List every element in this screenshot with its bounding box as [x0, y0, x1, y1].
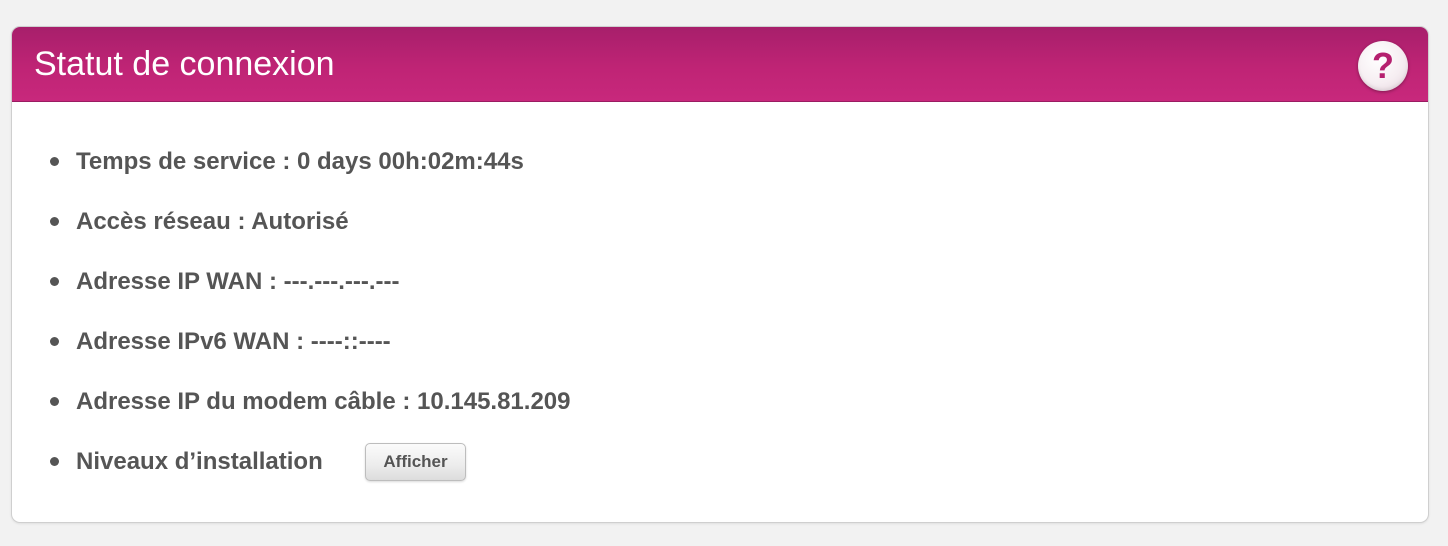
help-icon: ?	[1372, 45, 1394, 86]
wan-ipv6-text: Adresse IPv6 WAN : ----::----	[76, 328, 391, 355]
connection-status-panel: Statut de connexion ? Temps de service :…	[11, 26, 1429, 523]
network-access-text: Accès réseau : Autorisé	[76, 208, 349, 235]
help-button[interactable]: ?	[1358, 41, 1408, 91]
bullet-icon	[50, 217, 59, 226]
panel-header: Statut de connexion ?	[12, 27, 1428, 102]
bullet-icon	[50, 337, 59, 346]
cable-modem-ip-text: Adresse IP du modem câble : 10.145.81.20…	[76, 388, 571, 415]
uptime-text: Temps de service : 0 days 00h:02m:44s	[76, 148, 524, 175]
bullet-icon	[50, 457, 59, 466]
bullet-icon	[50, 397, 59, 406]
list-item-install-levels: Niveaux d’installation Afficher	[12, 441, 612, 481]
bullet-icon	[50, 277, 59, 286]
bullet-icon	[50, 157, 59, 166]
wan-ip-text: Adresse IP WAN : ---.---.---.---	[76, 268, 400, 295]
show-install-levels-button[interactable]: Afficher	[365, 443, 466, 481]
install-levels-label: Niveaux d’installation	[76, 448, 323, 475]
panel-title: Statut de connexion	[34, 45, 335, 83]
